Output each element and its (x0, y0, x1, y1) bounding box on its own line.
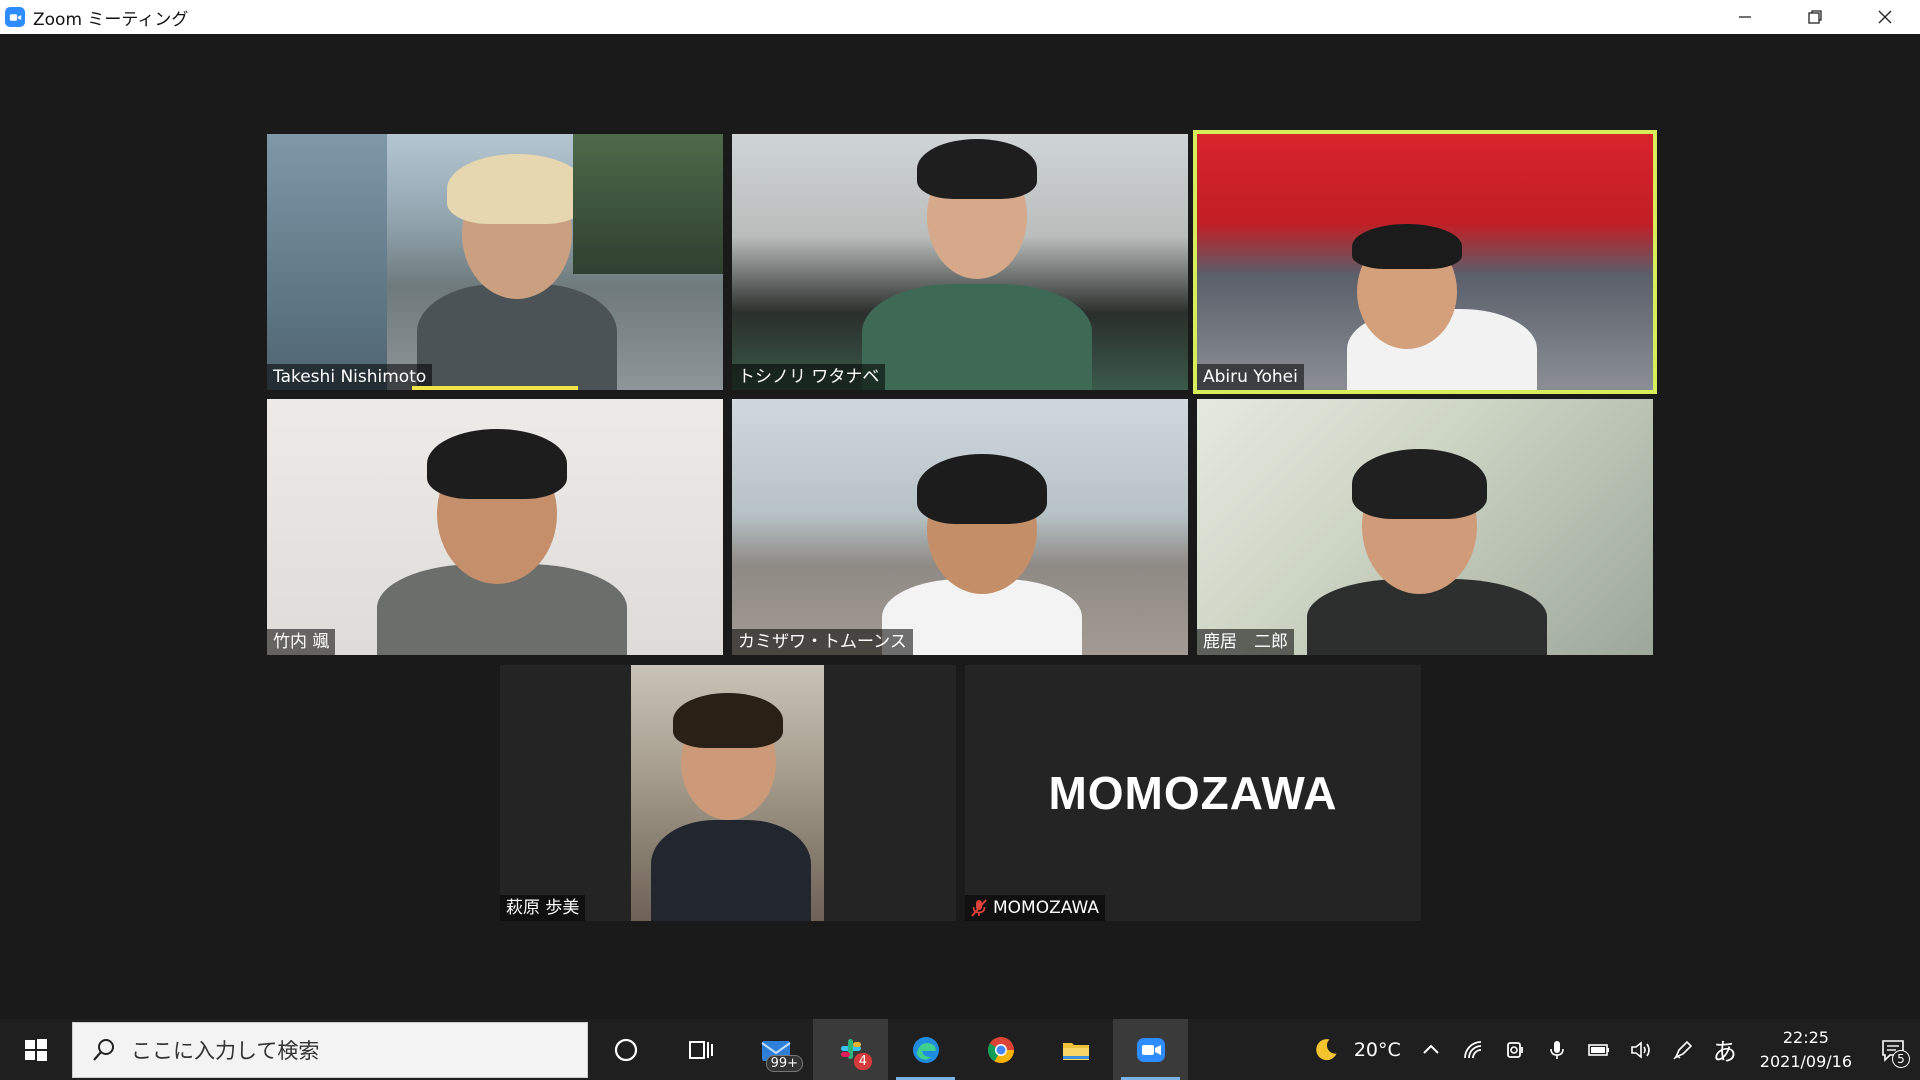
close-button[interactable] (1850, 0, 1920, 34)
participant-name-label: トシノリ ワタナベ (732, 364, 886, 390)
slack-notification-badge: 4 (853, 1053, 872, 1070)
zoom-app-icon (5, 7, 25, 27)
show-hidden-icons-button[interactable] (1410, 1019, 1452, 1080)
video-tile-hagiwara-ayumi[interactable]: 萩原 歩美 (500, 665, 956, 921)
wifi-icon (1463, 1040, 1481, 1058)
taskbar-search-box[interactable]: ここに入力して検索 (72, 1021, 588, 1078)
camera-icon (1506, 1041, 1523, 1058)
weather-temperature: 20°C (1353, 1038, 1401, 1061)
participant-headset (1352, 449, 1487, 519)
participant-name: トシノリ ワタナベ (738, 367, 880, 387)
participant-name: Abiru Yohei (1203, 367, 1298, 387)
participant-name-label: 萩原 歩美 (500, 895, 586, 921)
pen-workspace-button[interactable] (1662, 1019, 1704, 1080)
task-view-button[interactable] (663, 1019, 738, 1080)
participant-hair (917, 454, 1047, 524)
meeting-gallery-view: Takeshi Nishimoto トシノリ ワタナベ Abiru Yohei … (0, 34, 1920, 1019)
participant-hair (1352, 224, 1462, 269)
participant-hair (447, 154, 587, 224)
clock-date: 2021/09/16 (1759, 1051, 1852, 1071)
minimize-button[interactable] (1710, 0, 1780, 34)
participant-name: カミザワ・トムーンス (738, 632, 907, 652)
camera-status-button[interactable] (1494, 1019, 1536, 1080)
participant-name-label: MOMOZAWA (965, 895, 1105, 921)
chevron-up-icon (1423, 1044, 1439, 1054)
folder-icon (1062, 1042, 1089, 1060)
windows-logo-icon (25, 1038, 47, 1061)
participant-name-label: Abiru Yohei (1197, 364, 1304, 390)
video-tile-abiru-yohei[interactable]: Abiru Yohei (1193, 130, 1657, 394)
taskbar-zoom-app[interactable] (1113, 1019, 1188, 1080)
notification-count: 5 (1892, 1050, 1910, 1068)
participant-name: MOMOZAWA (993, 898, 1099, 918)
taskbar-clock[interactable]: 22:25 2021/09/16 (1746, 1026, 1866, 1074)
video-tile-takeshi-nishimoto[interactable]: Takeshi Nishimoto (267, 134, 723, 390)
participant-video (631, 665, 824, 921)
clock-time: 22:25 (1782, 1027, 1829, 1047)
microphone-status-button[interactable] (1536, 1019, 1578, 1080)
participant-name: 鹿居 二郎 (1203, 632, 1288, 652)
taskbar-chrome-browser[interactable] (963, 1019, 1038, 1080)
video-tile-momozawa[interactable]: MOMOZAWA MOMOZAWA (965, 665, 1421, 921)
video-tile-kamizawa[interactable]: カミザワ・トムーンス (732, 399, 1188, 655)
speaker-volume-icon (1630, 1040, 1650, 1059)
participant-name: Takeshi Nishimoto (273, 367, 427, 387)
cortana-button[interactable] (588, 1019, 663, 1080)
volume-button[interactable] (1620, 1019, 1662, 1080)
taskbar-mail-app[interactable]: 99+ (738, 1019, 813, 1080)
pen-icon (1673, 1040, 1692, 1059)
participant-name-label: 竹内 颯 (267, 629, 336, 655)
participant-figure (651, 820, 811, 921)
zoom-app-taskbar-icon (1136, 1037, 1165, 1062)
video-tile-shikai-jiro[interactable]: 鹿居 二郎 (1197, 399, 1653, 655)
network-status-button[interactable] (1452, 1019, 1494, 1080)
participant-name: 竹内 颯 (273, 632, 330, 652)
participant-headset (427, 429, 567, 499)
moon-weather-icon (1316, 1038, 1337, 1060)
video-tile-takeuchi[interactable]: 竹内 颯 (267, 399, 723, 655)
start-button[interactable] (0, 1019, 72, 1080)
speaking-indicator (412, 386, 578, 390)
participant-display-name: MOMOZAWA (1048, 767, 1338, 819)
participant-name: 萩原 歩美 (506, 898, 580, 918)
microphone-icon (1549, 1040, 1564, 1059)
participant-hair (673, 693, 783, 748)
action-center-button[interactable]: 5 (1866, 1019, 1920, 1080)
window-title-bar: Zoom ミーティング (0, 0, 1920, 34)
weather-widget[interactable]: 20°C (1303, 1019, 1410, 1080)
battery-icon (1587, 1043, 1609, 1056)
participant-hair (917, 139, 1037, 199)
participant-figure (417, 284, 617, 390)
participant-name-label: Takeshi Nishimoto (267, 364, 433, 390)
restore-icon (1808, 10, 1822, 24)
windows-taskbar: ここに入力して検索 99+ 4 20°C あ 22:25 2021/09/16 … (0, 1019, 1920, 1080)
window-title: Zoom ミーティング (33, 9, 189, 30)
minimize-icon (1739, 16, 1751, 18)
chrome-browser-icon (987, 1036, 1014, 1063)
participant-name-label: カミザワ・トムーンス (732, 629, 913, 655)
video-tile-toshinori-watanabe[interactable]: トシノリ ワタナベ (732, 134, 1188, 390)
participant-figure (862, 284, 1092, 390)
ime-mode-indicator[interactable]: あ (1704, 1019, 1746, 1080)
taskbar-file-explorer[interactable] (1038, 1019, 1113, 1080)
mail-unread-badge: 99+ (765, 1055, 803, 1072)
close-icon (1878, 10, 1892, 24)
cortana-circle-icon (614, 1038, 637, 1061)
search-placeholder: ここに入力して検索 (131, 1038, 320, 1063)
system-tray: 20°C あ 22:25 2021/09/16 5 (1303, 1019, 1920, 1080)
muted-microphone-icon (971, 899, 987, 917)
taskbar-slack-app[interactable]: 4 (813, 1019, 888, 1080)
search-icon (93, 1038, 114, 1061)
taskbar-edge-browser[interactable] (888, 1019, 963, 1080)
restore-button[interactable] (1780, 0, 1850, 34)
participant-name-label: 鹿居 二郎 (1197, 629, 1294, 655)
battery-status-button[interactable] (1578, 1019, 1620, 1080)
task-view-icon (688, 1040, 713, 1059)
edge-browser-icon (912, 1036, 939, 1063)
